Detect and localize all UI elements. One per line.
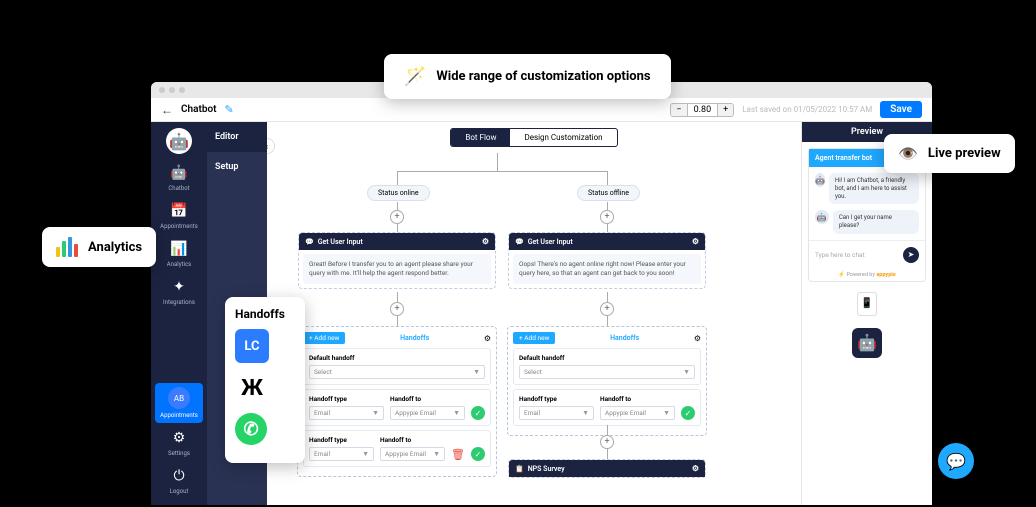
rail-analytics[interactable]: 📊Analytics [151,236,207,272]
check-icon: ✓ [471,447,485,461]
wand-icon: 🪄 [404,66,426,87]
gear-icon[interactable]: ⚙ [692,464,699,473]
check-icon: ✓ [471,406,485,420]
logout-icon: ⏻ [170,467,188,485]
tab-setup[interactable]: Setup [207,152,267,182]
add-new-button[interactable]: + Add new [303,332,345,344]
default-select[interactable]: Select▼ [309,365,485,379]
device-toggle[interactable]: 📱 [857,292,877,316]
to-select[interactable]: Appypie Email▼ [600,406,675,420]
chat-icon: 💬 [305,238,314,246]
zoom-control: − 0.80 + [670,103,734,117]
callout-customization: 🪄 Wide range of customization options [384,54,671,99]
preview-panel: Preview Agent transfer bot 🤖 Hi! I am Ch… [802,122,932,505]
send-icon[interactable]: ➤ [903,247,919,263]
node-nps[interactable]: 📋NPS Survey⚙ [508,459,706,478]
type-select[interactable]: Email▼ [519,406,594,420]
back-icon[interactable]: ← [161,103,173,117]
canvas-tabs: Bot Flow Design Customization [450,128,617,147]
chart-icon: 📊 [170,240,188,258]
rail-appointments-ab[interactable]: ABAppointments [155,383,203,423]
rail-logout[interactable]: ⏻Logout [151,463,207,499]
handoffs-label: Handoffs [400,334,429,342]
node-message: Great! Before I transfer you to an agent… [303,254,491,284]
ab-icon: AB [168,387,190,409]
last-saved: Last saved on 01/05/2022 10:57 AM [742,105,872,114]
flow-canvas[interactable]: ‹ Bot Flow Design Customization Status o… [267,122,802,505]
gear-icon: ⚙ [170,429,188,447]
analytics-card: Analytics [42,227,156,267]
handoffs-title: Handoffs [235,307,295,321]
livechat-icon: LC [235,329,269,363]
page-title: Chatbot [181,104,217,115]
titlebar: ← Chatbot ✎ − 0.80 + Last saved on 01/05… [151,98,932,122]
app-logo[interactable]: 🤖 [166,128,192,154]
rail-integrations[interactable]: ✦Integrations [151,274,207,310]
gear-icon[interactable]: ⚙ [694,334,701,343]
sidebar-rail: 🤖 🤖Chatbot 📅Appointments 📊Analytics ✦Int… [151,122,207,505]
chat-icon: 💬 [515,238,524,246]
add-new-button[interactable]: + Add new [513,332,555,344]
zendesk-icon: Ж [235,371,269,405]
integrations-icon: ✦ [170,278,188,296]
to-select-2[interactable]: Appypie Email▼ [380,447,445,461]
node-user-input-left[interactable]: 💬Get User Input⚙ Great! Before I transfe… [298,232,496,289]
to-select[interactable]: Appypie Email▼ [390,406,465,420]
handoffs-card: Handoffs LC Ж ✆ [225,297,305,463]
add-node-left[interactable]: + [390,210,404,224]
check-icon: ✓ [681,406,695,420]
rail-appointments[interactable]: 📅Appointments [151,198,207,234]
rail-chatbot[interactable]: 🤖Chatbot [151,160,207,196]
callout-text: Wide range of customization options [436,69,650,84]
type-select[interactable]: Email▼ [309,406,384,420]
tab-editor[interactable]: Editor [207,122,267,152]
chat-message: 🤖 Can I get your name please? [815,210,919,234]
calendar-icon: 📅 [170,202,188,220]
chat-input[interactable]: Type here to chat [815,251,865,259]
chat-message: 🤖 Hi! I am Chatbot, a friendly bot, and … [815,173,919,204]
whatsapp-icon: ✆ [235,413,267,445]
handoff-card-left[interactable]: + Add new Handoffs ⚙ Default handoff Sel… [297,326,497,477]
zoom-out[interactable]: − [671,104,687,116]
node-status-offline[interactable]: Status offline [577,185,640,201]
bot-avatar-icon: 🤖 [815,173,825,187]
tab-design[interactable]: Design Customization [510,129,616,146]
add-node-right-3[interactable]: + [600,435,614,449]
powered-by: ⚡ Powered by appypie [809,269,925,281]
node-user-input-right[interactable]: 💬Get User Input⚙ Oops! There's no agent … [508,232,706,289]
trash-icon[interactable]: 🗑 [451,448,465,461]
default-select[interactable]: Select▼ [519,365,695,379]
chat-fab[interactable]: 💬 [938,443,974,479]
live-preview-label: Live preview [928,146,1001,161]
node-message: Oops! There's no agent online right now!… [513,254,701,284]
handoff-card-right[interactable]: + Add new Handoffs ⚙ Default handoff Sel… [507,326,707,436]
zoom-value: 0.80 [688,104,718,116]
rail-settings[interactable]: ⚙Settings [151,425,207,461]
eye-icon: 👁️ [898,144,918,163]
tab-bot-flow[interactable]: Bot Flow [451,129,510,146]
add-node-left-2[interactable]: + [390,302,404,316]
bot-badge[interactable]: 🤖 [852,328,882,358]
analytics-icon [56,237,78,257]
analytics-label: Analytics [88,240,142,255]
type-select-2[interactable]: Email▼ [309,447,374,461]
edit-icon[interactable]: ✎ [225,103,234,116]
save-button[interactable]: Save [880,101,922,118]
survey-icon: 📋 [515,465,524,473]
live-preview-card: 👁️ Live preview [884,134,1015,173]
add-node-right[interactable]: + [600,210,614,224]
node-status-online[interactable]: Status online [367,185,430,201]
gear-icon[interactable]: ⚙ [484,334,491,343]
gear-icon[interactable]: ⚙ [692,237,699,246]
gear-icon[interactable]: ⚙ [482,237,489,246]
add-node-right-2[interactable]: + [600,302,614,316]
zoom-in[interactable]: + [717,104,733,116]
chatbot-icon: 🤖 [170,164,188,182]
bot-avatar-icon: 🤖 [815,210,829,224]
handoffs-label: Handoffs [610,334,639,342]
